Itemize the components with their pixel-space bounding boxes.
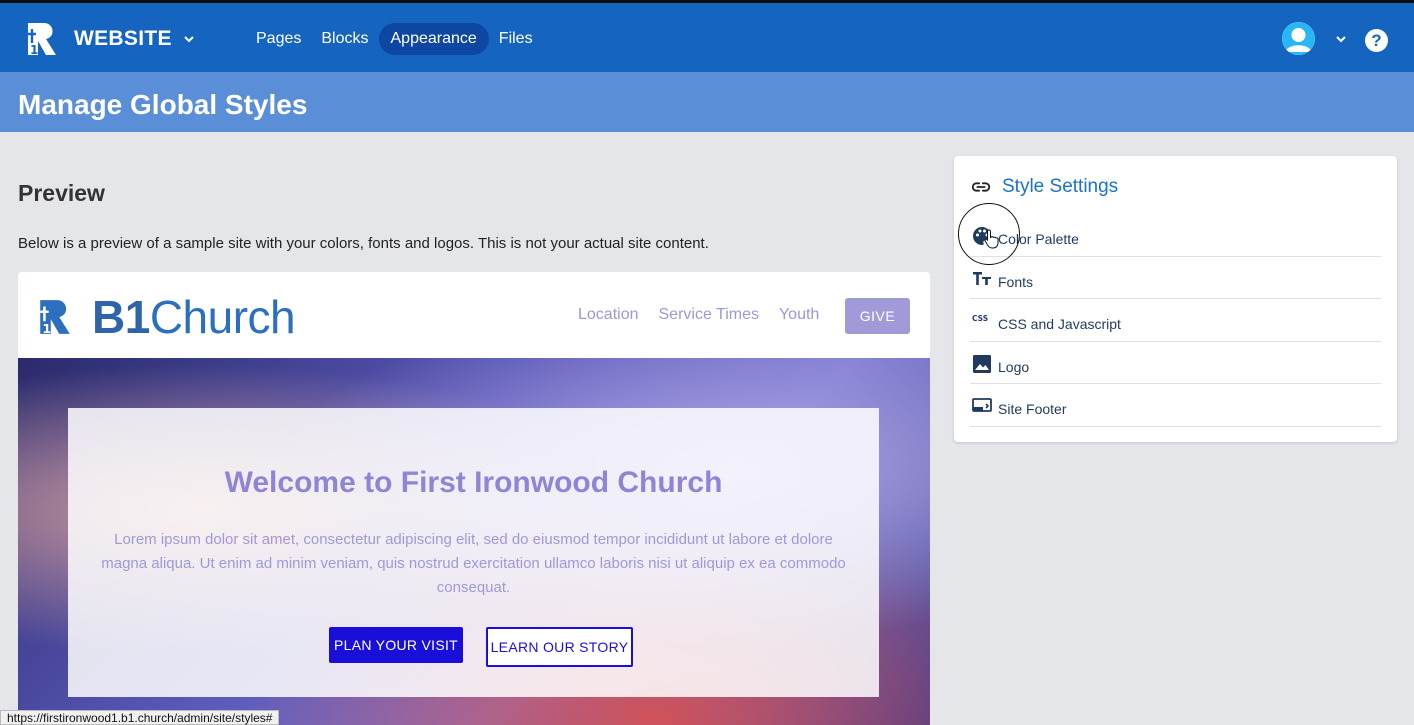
- font-size-icon: [973, 271, 991, 285]
- main-nav: Pages Blocks Appearance Files: [246, 23, 543, 55]
- css-icon: CSS: [972, 314, 988, 323]
- preview-site-header: 1 B1Church Location Service Times Youth …: [18, 272, 930, 358]
- page-title: Manage Global Styles: [18, 89, 308, 120]
- person-icon: [1282, 22, 1315, 55]
- preview-logo-text: B1Church: [92, 291, 296, 343]
- preview-hero-card: Welcome to First Ironwood Church Lorem i…: [68, 408, 879, 697]
- top-app-bar: 1 WEBSITE Pages Blocks Appearance Files …: [0, 0, 1414, 72]
- preview-hero: Welcome to First Ironwood Church Lorem i…: [18, 358, 930, 725]
- svg-text:1: 1: [42, 321, 51, 336]
- preview-hero-text: Lorem ipsum dolor sit amet, consectetur …: [101, 531, 846, 596]
- preview-give-button[interactable]: GIVE: [845, 298, 910, 334]
- status-bar-url: https://firstironwood1.b1.church/admin/s…: [0, 710, 280, 725]
- menu-label-fonts: Fonts: [998, 273, 1034, 290]
- style-settings-panel: Style Settings Color Palette Fonts CSS C…: [954, 156, 1397, 442]
- chevron-down-icon[interactable]: [182, 32, 196, 46]
- footer-icon: [972, 398, 992, 412]
- preview-nav-youth[interactable]: Youth: [779, 306, 819, 324]
- menu-item-css-javascript[interactable]: CSS CSS and Javascript: [970, 299, 1381, 342]
- preview-site-nav: Location Service Times Youth: [578, 306, 839, 324]
- style-settings-menu: Color Palette Fonts CSS CSS and Javascri…: [970, 214, 1381, 427]
- svg-text:CSS: CSS: [972, 314, 988, 323]
- image-icon: [973, 354, 991, 373]
- preview-nav-location[interactable]: Location: [578, 306, 639, 324]
- b1-logo-icon: 1: [28, 23, 56, 57]
- site-preview: 1 B1Church Location Service Times Youth …: [18, 272, 930, 725]
- nav-appearance[interactable]: Appearance: [378, 23, 489, 55]
- preview-site-logo: 1 B1Church: [36, 290, 296, 344]
- svg-text:1: 1: [30, 43, 38, 57]
- menu-item-site-footer[interactable]: Site Footer: [970, 384, 1381, 427]
- preview-hero-title: Welcome to First Ironwood Church: [224, 466, 723, 499]
- preview-nav-service-times[interactable]: Service Times: [659, 306, 759, 324]
- menu-label-site-footer: Site Footer: [998, 401, 1067, 417]
- help-icon[interactable]: ?: [1365, 29, 1388, 52]
- hand-cursor-icon: [984, 229, 999, 249]
- page-title-bar: Manage Global Styles: [0, 72, 1414, 132]
- menu-label-logo: Logo: [998, 358, 1030, 375]
- user-avatar[interactable]: [1282, 22, 1315, 55]
- menu-label-css-javascript: CSS and Javascript: [998, 316, 1121, 332]
- plan-your-visit-button[interactable]: PLAN YOUR VISIT: [329, 627, 463, 663]
- nav-files[interactable]: Files: [489, 23, 543, 55]
- menu-item-logo[interactable]: Logo: [970, 342, 1381, 384]
- style-settings-title: Style Settings: [1002, 176, 1119, 197]
- nav-pages[interactable]: Pages: [246, 23, 311, 55]
- menu-item-fonts[interactable]: Fonts: [970, 257, 1381, 299]
- b1-logo-icon: 1: [40, 300, 70, 336]
- link-icon: [971, 182, 991, 192]
- user-menu-chevron-icon[interactable]: [1334, 34, 1348, 46]
- site-switcher[interactable]: 1 WEBSITE: [24, 21, 196, 57]
- site-name: WEBSITE: [74, 27, 172, 50]
- preview-heading: Preview: [18, 180, 105, 206]
- style-settings-header: Style Settings: [970, 176, 1118, 198]
- menu-item-color-palette[interactable]: Color Palette: [970, 214, 1381, 257]
- nav-blocks[interactable]: Blocks: [311, 23, 378, 55]
- learn-our-story-button[interactable]: LEARN OUR STORY: [486, 627, 633, 667]
- preview-description: Below is a preview of a sample site with…: [18, 235, 709, 252]
